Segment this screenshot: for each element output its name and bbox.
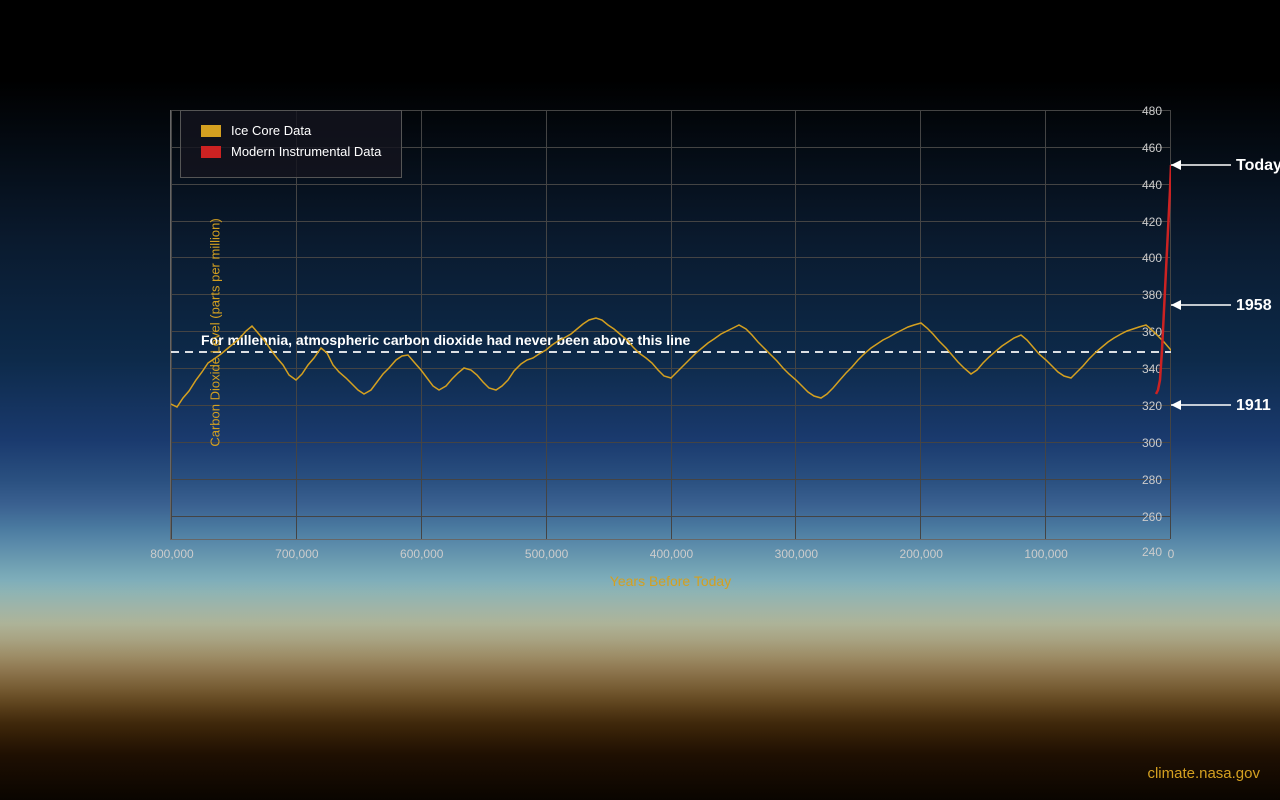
x-label-0: 0: [1168, 547, 1175, 561]
today-arrowhead: [1171, 160, 1181, 170]
year-1958-label: 1958: [1236, 297, 1272, 314]
y-label-240: 240: [1142, 545, 1162, 559]
year-1911-arrowhead: [1171, 400, 1181, 410]
legend-label-ice-core: Ice Core Data: [231, 123, 311, 138]
y-axis-title: Carbon Dioxide Level (parts per million): [208, 218, 223, 446]
x-label-200k: 200,000: [900, 547, 943, 561]
year-1958-arrowhead: [1171, 300, 1181, 310]
x-axis-title: Years Before Today: [610, 573, 731, 589]
chart-container: 480 460 440 420 400 380 360 340 320 300: [80, 80, 1230, 580]
modern-instrumental-line: [1156, 165, 1171, 394]
x-label-600k: 600,000: [400, 547, 443, 561]
dashed-line-annotation: For millennia, atmospheric carbon dioxid…: [201, 332, 691, 348]
legend-label-modern: Modern Instrumental Data: [231, 144, 381, 159]
legend-item-ice-core: Ice Core Data: [201, 123, 381, 138]
landscape-overlay: [0, 580, 1280, 800]
x-label-800k: 800,000: [150, 547, 193, 561]
x-label-700k: 700,000: [275, 547, 318, 561]
legend-color-ice-core: [201, 125, 221, 137]
today-label: Today: [1236, 157, 1280, 174]
x-label-100k: 100,000: [1024, 547, 1067, 561]
legend: Ice Core Data Modern Instrumental Data: [180, 110, 402, 178]
legend-item-modern: Modern Instrumental Data: [201, 144, 381, 159]
x-label-400k: 400,000: [650, 547, 693, 561]
ice-core-line: [171, 160, 1280, 430]
x-label-300k: 300,000: [775, 547, 818, 561]
year-1911-label: 1911: [1236, 397, 1271, 414]
legend-color-modern: [201, 146, 221, 158]
nasa-credit: climate.nasa.gov: [1147, 765, 1260, 782]
x-label-500k: 500,000: [525, 547, 568, 561]
